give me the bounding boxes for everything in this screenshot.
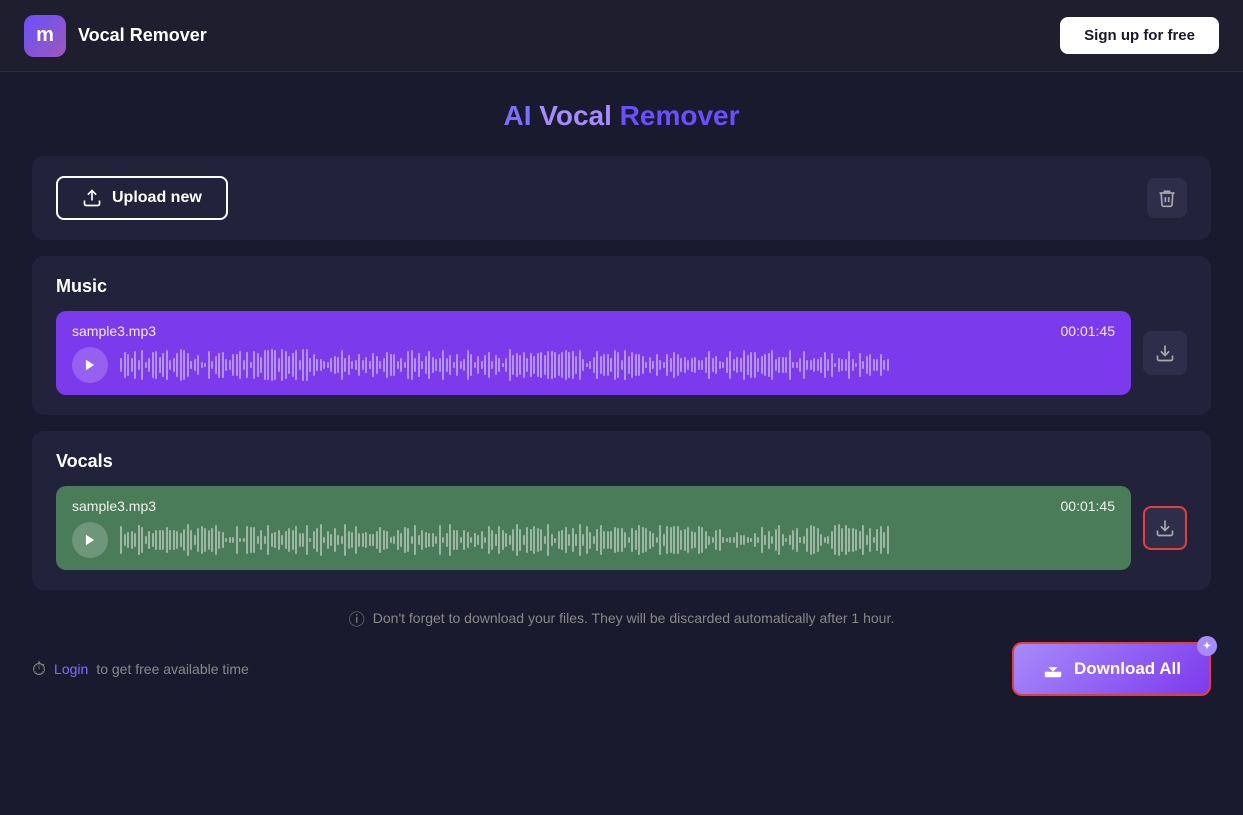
vocals-filename: sample3.mp3 [72,498,156,514]
music-track-row: sample3.mp3 00:01:45 [56,311,1187,395]
vocals-track-info: sample3.mp3 00:01:45 [72,498,1115,514]
music-section: Music sample3.mp3 00:01:45 [32,256,1211,415]
music-play-button[interactable] [72,347,108,383]
upload-label: Upload new [112,189,202,207]
download-all-label: Download All [1074,659,1181,679]
delete-button[interactable] [1147,178,1187,218]
vocals-section: Vocals sample3.mp3 00:01:45 [32,431,1211,590]
download-icon [1155,343,1175,363]
bottom-bar: ⏱ Login to get free available time Downl… [32,642,1211,696]
download-all-icon [1042,658,1064,680]
header: m Vocal Remover Sign up for free [0,0,1243,72]
signup-button[interactable]: Sign up for free [1060,17,1219,54]
info-icon: ⓘ [349,606,365,630]
vocals-section-title: Vocals [56,451,1187,472]
vocals-controls [72,522,1115,558]
music-filename: sample3.mp3 [72,323,156,339]
logo-group: m Vocal Remover [24,15,207,57]
clock-icon: ⏱ [32,659,46,680]
upload-icon [82,188,102,208]
play-icon [83,533,97,547]
vocals-duration: 00:01:45 [1061,498,1116,514]
corner-badge: ✦ [1197,636,1217,656]
vocals-waveform [120,522,1115,558]
upload-button[interactable]: Upload new [56,176,228,220]
main-content: AI Vocal Remover Upload new Music [0,72,1243,724]
music-duration: 00:01:45 [1061,323,1116,339]
title-vocal: Vocal [539,100,612,131]
page-title: AI Vocal Remover [32,100,1211,132]
app-name: Vocal Remover [78,25,207,46]
login-suffix: to get free available time [96,661,249,677]
music-section-title: Music [56,276,1187,297]
vocals-download-button[interactable] [1143,506,1187,550]
title-ai: AI [503,100,539,131]
trash-icon [1157,188,1177,208]
logo-icon: m [24,15,66,57]
notice-text: Don't forget to download your files. The… [373,610,894,626]
login-hint-group: ⏱ Login to get free available time [32,659,249,680]
vocals-track-row: sample3.mp3 00:01:45 [56,486,1187,570]
music-player: sample3.mp3 00:01:45 [56,311,1131,395]
download-all-button[interactable]: Download All ✦ [1012,642,1211,696]
login-link[interactable]: Login [54,661,88,677]
play-icon [83,358,97,372]
music-controls [72,347,1115,383]
vocals-play-button[interactable] [72,522,108,558]
vocals-player: sample3.mp3 00:01:45 [56,486,1131,570]
download-icon [1155,518,1175,538]
music-track-info: sample3.mp3 00:01:45 [72,323,1115,339]
title-remover: Remover [612,100,740,131]
music-download-button[interactable] [1143,331,1187,375]
notice-row: ⓘ Don't forget to download your files. T… [32,606,1211,630]
music-waveform [120,347,1115,383]
upload-panel: Upload new [32,156,1211,240]
